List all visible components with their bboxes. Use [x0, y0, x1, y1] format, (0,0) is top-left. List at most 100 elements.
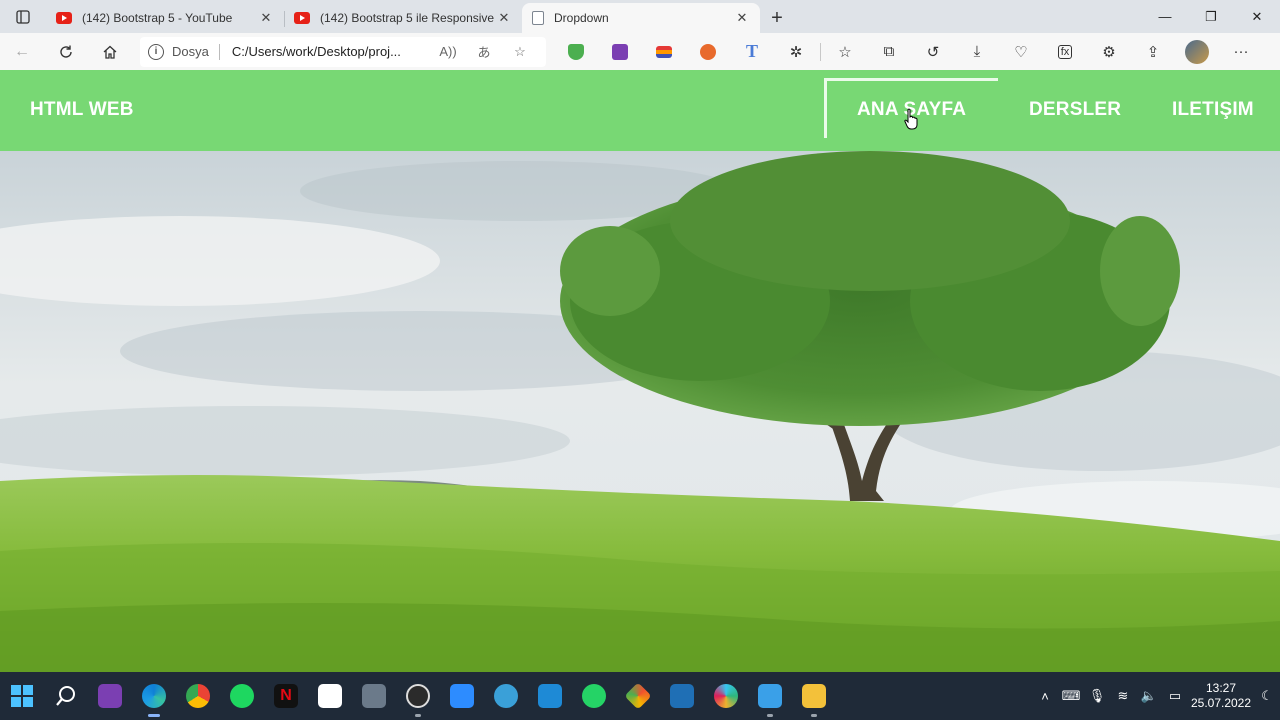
- photos-icon: [670, 684, 694, 708]
- slack-icon: [714, 684, 738, 708]
- translate-extension-button[interactable]: T: [730, 36, 774, 68]
- downloads-button[interactable]: ⤓: [955, 36, 999, 68]
- profile-button[interactable]: [1175, 36, 1219, 68]
- taskbar-whatsapp[interactable]: [572, 672, 616, 720]
- chevron-up-icon[interactable]: ˄: [1032, 689, 1058, 704]
- clock[interactable]: 13:27 25.07.2022: [1188, 681, 1254, 711]
- protocol-label: Dosya: [172, 44, 209, 59]
- file-explorer-icon: [802, 684, 826, 708]
- share-button[interactable]: ⇪: [1131, 36, 1175, 68]
- keyboard-icon[interactable]: ⌨: [1058, 688, 1084, 704]
- site-brand[interactable]: HTML WEB: [30, 99, 134, 121]
- url-text[interactable]: C:/Users/work/Desktop/proj...: [232, 44, 430, 59]
- start-button[interactable]: [0, 672, 44, 720]
- taskbar-file-explorer[interactable]: [792, 672, 836, 720]
- t-icon: T: [745, 41, 758, 61]
- tab-title: (142) Bootstrap 5 ile Responsive: [320, 11, 495, 25]
- site-navbar: HTML WEB ANA SAYFA DERSLER ILETIŞIM: [0, 70, 1280, 151]
- toolbar-divider: [820, 42, 821, 61]
- onenote-icon: [98, 684, 122, 708]
- taskbar-git[interactable]: [616, 672, 660, 720]
- taskbar-globe[interactable]: [484, 672, 528, 720]
- site-info-icon[interactable]: i: [148, 43, 164, 60]
- close-window-button[interactable]: ✕: [1234, 0, 1280, 33]
- home-button[interactable]: [88, 36, 132, 68]
- taskbar-obs[interactable]: [396, 672, 440, 720]
- taskbar-vscode[interactable]: [528, 672, 572, 720]
- taskbar-spotify[interactable]: [220, 672, 264, 720]
- system-tray: ˄ ⌨ 🎙 ≋ 🔈 ▭ 13:27 25.07.2022 ☾: [1032, 672, 1280, 720]
- extensions-manager-button[interactable]: ⚙: [1087, 36, 1131, 68]
- chrome-icon: [186, 684, 210, 708]
- hero-landscape-image: [0, 151, 1280, 672]
- stack-icon: [656, 45, 672, 58]
- taskbar-onenote[interactable]: [88, 672, 132, 720]
- taskbar-notepad[interactable]: [748, 672, 792, 720]
- back-button[interactable]: ←: [0, 36, 44, 68]
- close-tab-icon[interactable]: ✕: [734, 10, 750, 26]
- edge-icon: [142, 684, 166, 708]
- notepad-icon: [758, 684, 782, 708]
- taskbar-calculator[interactable]: [352, 672, 396, 720]
- taskbar-graph[interactable]: [308, 672, 352, 720]
- minimize-button[interactable]: —: [1142, 0, 1188, 33]
- window-controls: — ❐ ✕: [1142, 0, 1280, 33]
- zoom-icon: [450, 684, 474, 708]
- youtube-icon: [56, 12, 72, 24]
- performance-button[interactable]: ♡: [999, 36, 1043, 68]
- add-favorite-icon[interactable]: ☆: [502, 44, 538, 60]
- puzzle-icon: ✲: [789, 43, 803, 61]
- read-aloud-icon[interactable]: A)): [430, 44, 466, 59]
- shield-extension-button[interactable]: [554, 36, 598, 68]
- extensions-button[interactable]: ✲: [774, 36, 818, 68]
- nav-link-contact[interactable]: ILETIŞIM: [1172, 99, 1254, 121]
- onenote-icon: [612, 43, 628, 60]
- new-tab-button[interactable]: +: [760, 3, 794, 33]
- hand-cursor-icon: [904, 108, 918, 130]
- math-solver-button[interactable]: fx: [1043, 36, 1087, 68]
- taskbar-photos[interactable]: [660, 672, 704, 720]
- math-icon: fx: [1057, 44, 1073, 59]
- taskbar-netflix[interactable]: N: [264, 672, 308, 720]
- close-tab-icon[interactable]: ✕: [258, 10, 274, 26]
- translate-icon[interactable]: あ: [466, 42, 502, 61]
- browser-tab-youtube-2[interactable]: (142) Bootstrap 5 ile Responsive ✕: [284, 3, 522, 33]
- clock-time: 13:27: [1205, 681, 1237, 695]
- tab-actions-button[interactable]: [0, 0, 46, 33]
- windows-taskbar: N ˄ ⌨ 🎙 ≋ 🔈 ▭ 13:27 25.07.2022 ☾: [0, 672, 1280, 720]
- favorites-button[interactable]: ☆: [823, 36, 867, 68]
- document-icon: [532, 11, 544, 25]
- history-button[interactable]: ↺: [911, 36, 955, 68]
- tab-title: (142) Bootstrap 5 - YouTube: [82, 11, 233, 25]
- restore-button[interactable]: ❐: [1188, 0, 1234, 33]
- download-icon: ⤓: [973, 43, 981, 60]
- nav-link-courses[interactable]: DERSLER: [1029, 99, 1121, 121]
- taskbar-edge[interactable]: [132, 672, 176, 720]
- microphone-icon[interactable]: 🎙: [1084, 688, 1110, 704]
- stack-extension-button[interactable]: [642, 36, 686, 68]
- taskbar-chrome[interactable]: [176, 672, 220, 720]
- settings-menu-button[interactable]: ···: [1219, 36, 1263, 68]
- web-page: HTML WEB ANA SAYFA DERSLER ILETIŞIM: [0, 70, 1280, 672]
- history-icon: ↺: [926, 43, 940, 61]
- browser-tab-dropdown[interactable]: Dropdown ✕: [522, 3, 760, 33]
- extension-manage-icon: ⚙: [1102, 43, 1116, 61]
- taskbar-search-button[interactable]: [44, 672, 88, 720]
- volume-icon[interactable]: 🔈: [1136, 688, 1162, 704]
- extensions-row: T ✲ ☆ ⧉ ↺ ⤓ ♡ fx ⚙ ⇪ ···: [554, 36, 1263, 68]
- taskbar-slack[interactable]: [704, 672, 748, 720]
- collections-icon: ⧉: [883, 43, 895, 60]
- onenote-extension-button[interactable]: [598, 36, 642, 68]
- collections-button[interactable]: ⧉: [867, 36, 911, 68]
- taskbar-zoom[interactable]: [440, 672, 484, 720]
- more-icon: ···: [1233, 43, 1249, 60]
- battery-icon[interactable]: ▭: [1162, 688, 1188, 704]
- address-bar[interactable]: i Dosya C:/Users/work/Desktop/proj... A)…: [140, 36, 546, 67]
- refresh-button[interactable]: [44, 36, 88, 68]
- brave-extension-button[interactable]: [686, 36, 730, 68]
- night-mode-icon[interactable]: ☾: [1254, 688, 1280, 704]
- browser-tab-youtube-1[interactable]: (142) Bootstrap 5 - YouTube ✕: [46, 3, 284, 33]
- git-icon: [624, 682, 652, 710]
- wifi-icon[interactable]: ≋: [1110, 688, 1136, 704]
- close-tab-icon[interactable]: ✕: [496, 10, 512, 26]
